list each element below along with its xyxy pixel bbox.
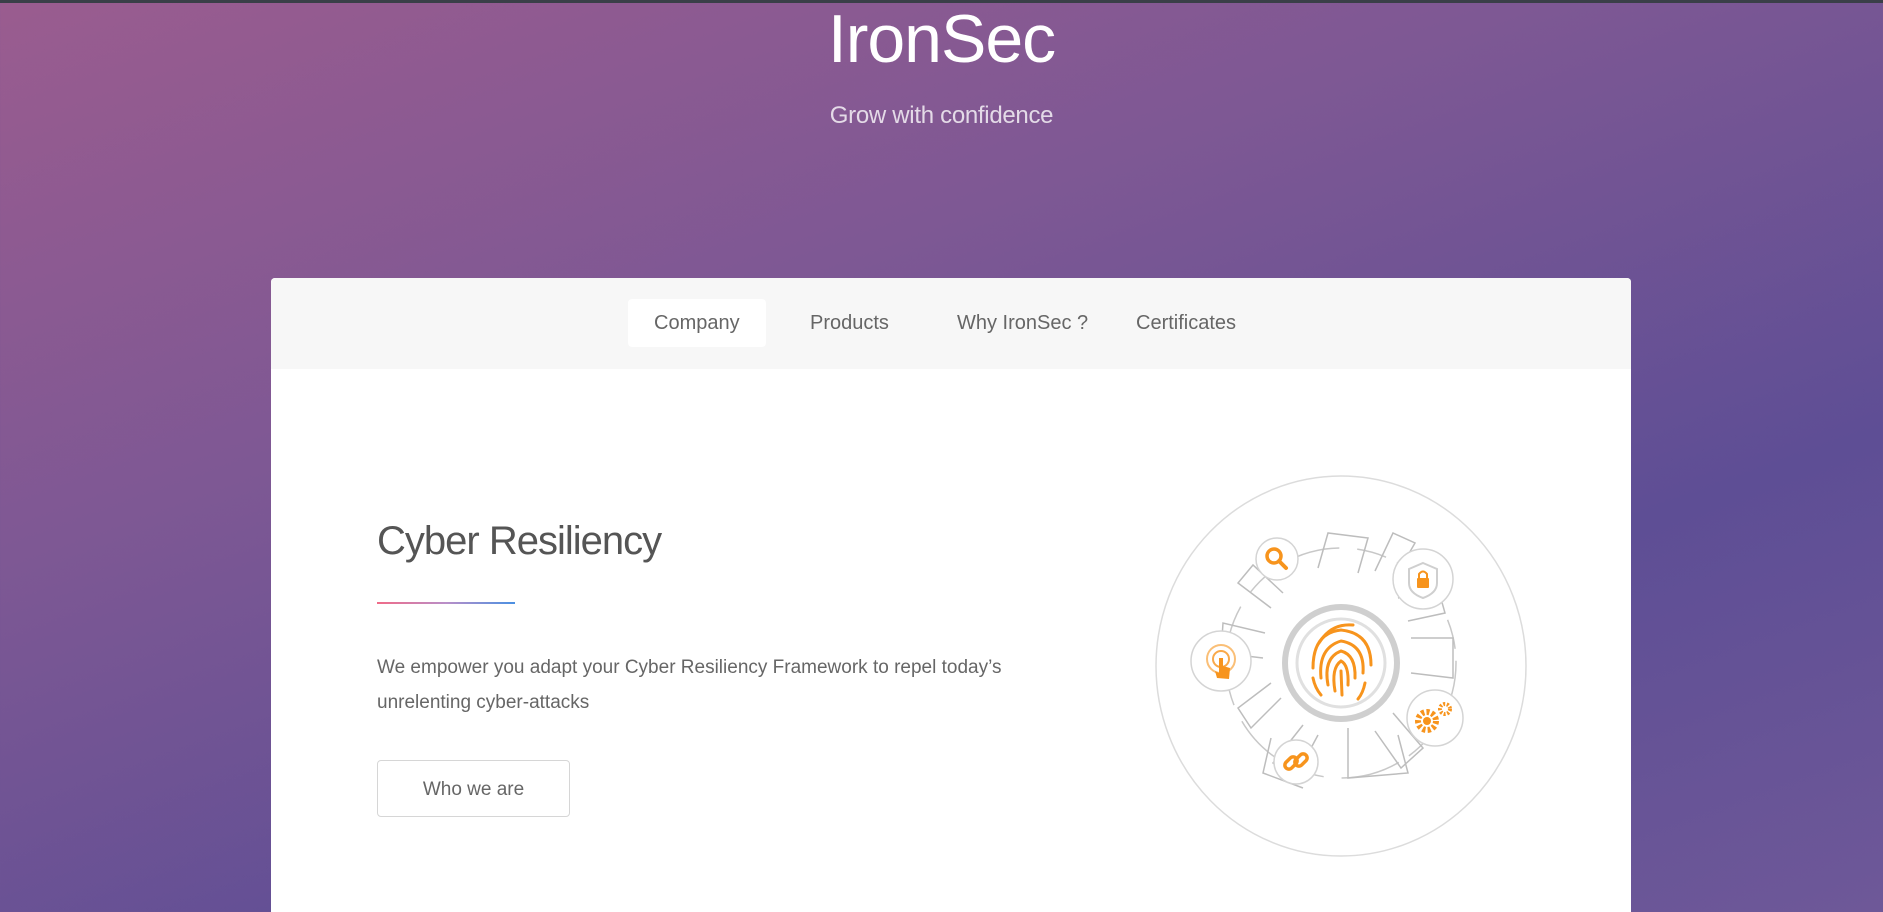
who-we-are-button[interactable]: Who we are bbox=[377, 760, 570, 817]
hero-subtitle: Grow with confidence bbox=[829, 102, 1054, 129]
tab-why-ironsec[interactable]: Why IronSec ? bbox=[931, 299, 1114, 347]
section-description: We empower you adapt your Cyber Resilien… bbox=[377, 657, 1002, 713]
tab-bar: Company Products Why IronSec ? Certifica… bbox=[271, 278, 1631, 369]
tab-certificates[interactable]: Certificates bbox=[1110, 299, 1262, 347]
link-icon bbox=[1273, 739, 1319, 785]
title-divider bbox=[377, 602, 515, 604]
gears-icon bbox=[1406, 689, 1464, 747]
tab-products[interactable]: Products bbox=[784, 299, 915, 347]
shield-lock-icon bbox=[1392, 548, 1454, 610]
hero-title: IronSec bbox=[827, 1, 1056, 77]
section-title: Cyber Resiliency bbox=[377, 519, 662, 563]
touch-icon bbox=[1190, 630, 1252, 692]
tab-company[interactable]: Company bbox=[628, 299, 766, 347]
cyber-resiliency-illustration bbox=[1155, 475, 1527, 857]
content-card: Company Products Why IronSec ? Certifica… bbox=[271, 278, 1631, 912]
search-icon bbox=[1255, 537, 1299, 581]
